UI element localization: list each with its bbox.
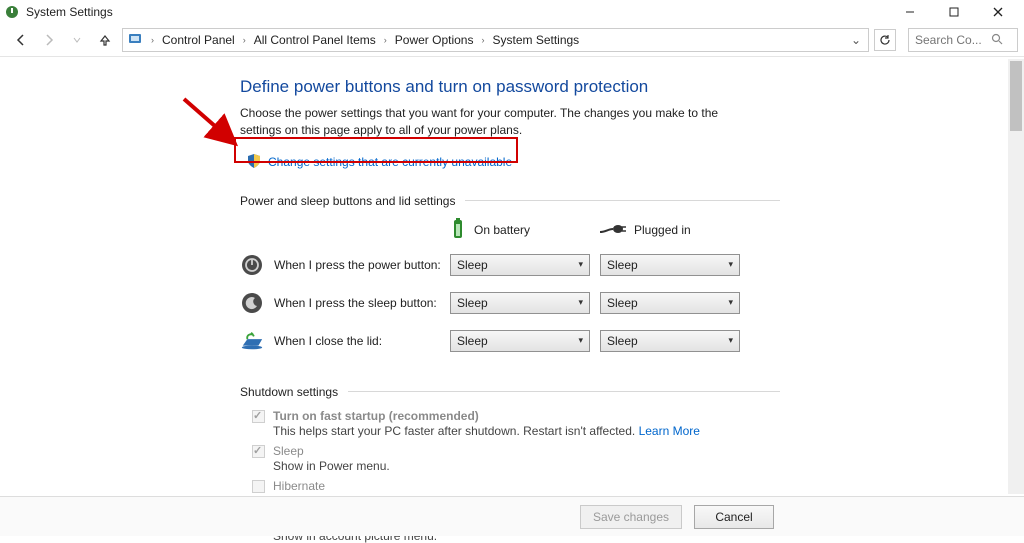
title-bar: System Settings	[0, 0, 1024, 24]
save-button[interactable]: Save changes	[580, 505, 682, 529]
sleep-button-icon	[240, 291, 264, 315]
power-button-icon	[240, 253, 264, 277]
column-header-battery: On battery	[450, 218, 600, 243]
app-icon	[4, 4, 20, 20]
checkbox-row-sleep: Sleep Show in Power menu.	[252, 444, 780, 473]
chevron-right-icon: ›	[239, 35, 250, 45]
checkbox	[252, 445, 265, 458]
learn-more-link[interactable]: Learn More	[639, 424, 700, 438]
checkbox-label: Turn on fast startup (recommended)	[273, 409, 700, 423]
battery-icon	[450, 218, 466, 243]
plug-icon	[600, 221, 626, 240]
option-row-power-button: When I press the power button: Sleep▾ Sl…	[240, 253, 780, 277]
option-label: When I press the power button:	[274, 258, 441, 272]
option-label: When I press the sleep button:	[274, 296, 437, 310]
breadcrumb-item[interactable]: Power Options	[395, 33, 474, 47]
checkbox-label: Hibernate	[273, 479, 390, 493]
dropdown-sleep-plugged[interactable]: Sleep▾	[600, 292, 740, 314]
close-button[interactable]	[976, 0, 1020, 24]
chevron-right-icon: ›	[380, 35, 391, 45]
checkbox	[252, 480, 265, 493]
shield-icon	[246, 153, 262, 172]
search-input[interactable]	[915, 33, 985, 47]
chevron-down-icon: ▾	[728, 335, 733, 346]
chevron-down-icon: ▾	[578, 297, 583, 308]
checkbox-label: Sleep	[273, 444, 390, 458]
chevron-down-icon: ▾	[728, 259, 733, 270]
checkbox-sub: Show in Power menu.	[273, 459, 390, 473]
scrollbar-thumb[interactable]	[1010, 61, 1022, 131]
section-legend: Shutdown settings	[240, 385, 348, 399]
up-button[interactable]	[94, 29, 116, 51]
breadcrumb-item[interactable]: All Control Panel Items	[254, 33, 376, 47]
cancel-button[interactable]: Cancel	[694, 505, 774, 529]
chevron-right-icon: ›	[477, 35, 488, 45]
dropdown-sleep-battery[interactable]: Sleep▾	[450, 292, 590, 314]
recent-dropdown[interactable]	[66, 29, 88, 51]
chevron-down-icon: ▾	[728, 297, 733, 308]
option-row-lid: When I close the lid: Sleep▾ Sleep▾	[240, 329, 780, 353]
chevron-right-icon: ›	[147, 35, 158, 45]
vertical-scrollbar[interactable]	[1008, 59, 1024, 494]
page-heading: Define power buttons and turn on passwor…	[240, 77, 780, 97]
back-button[interactable]	[10, 29, 32, 51]
dropdown-power-battery[interactable]: Sleep▾	[450, 254, 590, 276]
column-header-plugged: Plugged in	[600, 221, 750, 240]
chevron-down-icon: ▾	[578, 335, 583, 346]
checkbox-sub: This helps start your PC faster after sh…	[273, 424, 700, 438]
search-icon	[991, 33, 1003, 48]
address-bar[interactable]: › Control Panel › All Control Panel Item…	[122, 28, 869, 52]
dropdown-lid-battery[interactable]: Sleep▾	[450, 330, 590, 352]
checkbox-row-fast-startup: Turn on fast startup (recommended) This …	[252, 409, 780, 438]
option-row-sleep-button: When I press the sleep button: Sleep▾ Sl…	[240, 291, 780, 315]
search-box[interactable]	[908, 28, 1018, 52]
breadcrumb-item[interactable]: System Settings	[492, 33, 579, 47]
address-dropdown[interactable]: ⌄	[848, 33, 864, 47]
bottom-button-bar: Save changes Cancel	[0, 496, 1024, 536]
dropdown-lid-plugged[interactable]: Sleep▾	[600, 330, 740, 352]
checkbox	[252, 410, 265, 423]
section-legend: Power and sleep buttons and lid settings	[240, 194, 465, 208]
minimize-button[interactable]	[888, 0, 932, 24]
power-buttons-section: Power and sleep buttons and lid settings…	[240, 194, 780, 367]
control-panel-icon	[127, 31, 143, 50]
maximize-button[interactable]	[932, 0, 976, 24]
option-label: When I close the lid:	[274, 334, 382, 348]
laptop-lid-icon	[240, 329, 264, 353]
refresh-button[interactable]	[874, 29, 896, 51]
nav-bar: › Control Panel › All Control Panel Item…	[0, 24, 1024, 56]
dropdown-power-plugged[interactable]: Sleep▾	[600, 254, 740, 276]
breadcrumb-item[interactable]: Control Panel	[162, 33, 235, 47]
window-title: System Settings	[26, 5, 888, 19]
page-description: Choose the power settings that you want …	[240, 105, 760, 139]
chevron-down-icon: ▾	[578, 259, 583, 270]
change-settings-link[interactable]: Change settings that are currently unava…	[268, 155, 512, 169]
forward-button[interactable]	[38, 29, 60, 51]
